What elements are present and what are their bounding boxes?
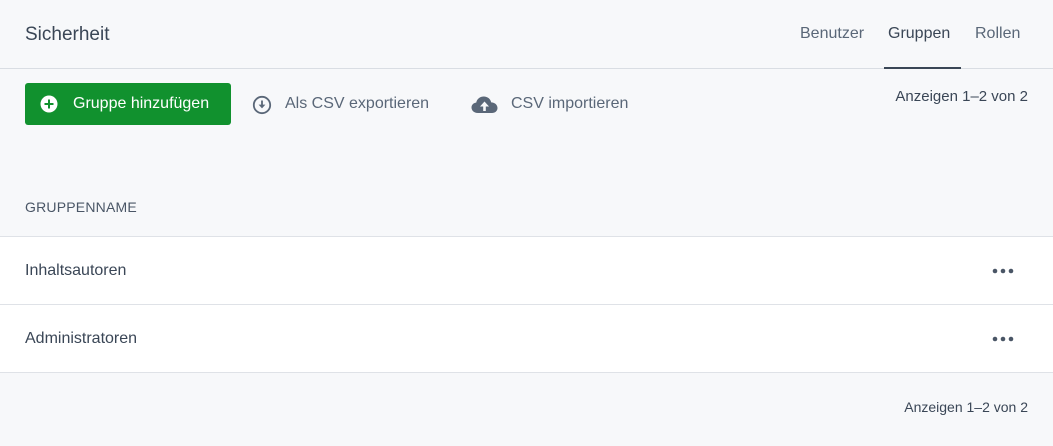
cloud-upload-icon bbox=[471, 96, 498, 113]
column-header-group-name[interactable]: GRUPPENNAME bbox=[25, 199, 137, 215]
tab-rollen[interactable]: Rollen bbox=[975, 25, 1020, 43]
security-page: Sicherheit Benutzer Gruppen Rollen Grupp… bbox=[0, 0, 1053, 446]
table-row[interactable]: Inhaltsautoren bbox=[0, 237, 1053, 305]
add-group-label: Gruppe hinzufügen bbox=[73, 95, 210, 112]
group-name[interactable]: Inhaltsautoren bbox=[25, 262, 126, 280]
download-circle-icon bbox=[252, 95, 272, 115]
plus-circle-icon bbox=[40, 95, 58, 113]
more-horizontal-icon[interactable] bbox=[991, 332, 1015, 346]
pagination-info-top: Anzeigen 1–2 von 2 bbox=[895, 88, 1028, 105]
add-group-button[interactable]: Gruppe hinzufügen bbox=[25, 83, 231, 125]
export-csv-label: Als CSV exportieren bbox=[285, 95, 430, 112]
tab-gruppen[interactable]: Gruppen bbox=[888, 25, 950, 43]
more-horizontal-icon[interactable] bbox=[991, 264, 1015, 278]
pagination-info-bottom: Anzeigen 1–2 von 2 bbox=[904, 399, 1028, 415]
import-csv-button[interactable]: CSV importieren bbox=[471, 83, 641, 125]
page-title: Sicherheit bbox=[25, 24, 110, 45]
active-tab-indicator bbox=[884, 67, 961, 69]
group-name[interactable]: Administratoren bbox=[25, 330, 137, 348]
tab-benutzer[interactable]: Benutzer bbox=[800, 25, 864, 43]
export-csv-button[interactable]: Als CSV exportieren bbox=[252, 83, 442, 125]
import-csv-label: CSV importieren bbox=[511, 95, 629, 112]
table-row[interactable]: Administratoren bbox=[0, 305, 1053, 373]
groups-table: Inhaltsautoren Administratoren bbox=[0, 236, 1053, 373]
page-header: Sicherheit Benutzer Gruppen Rollen bbox=[0, 0, 1053, 69]
